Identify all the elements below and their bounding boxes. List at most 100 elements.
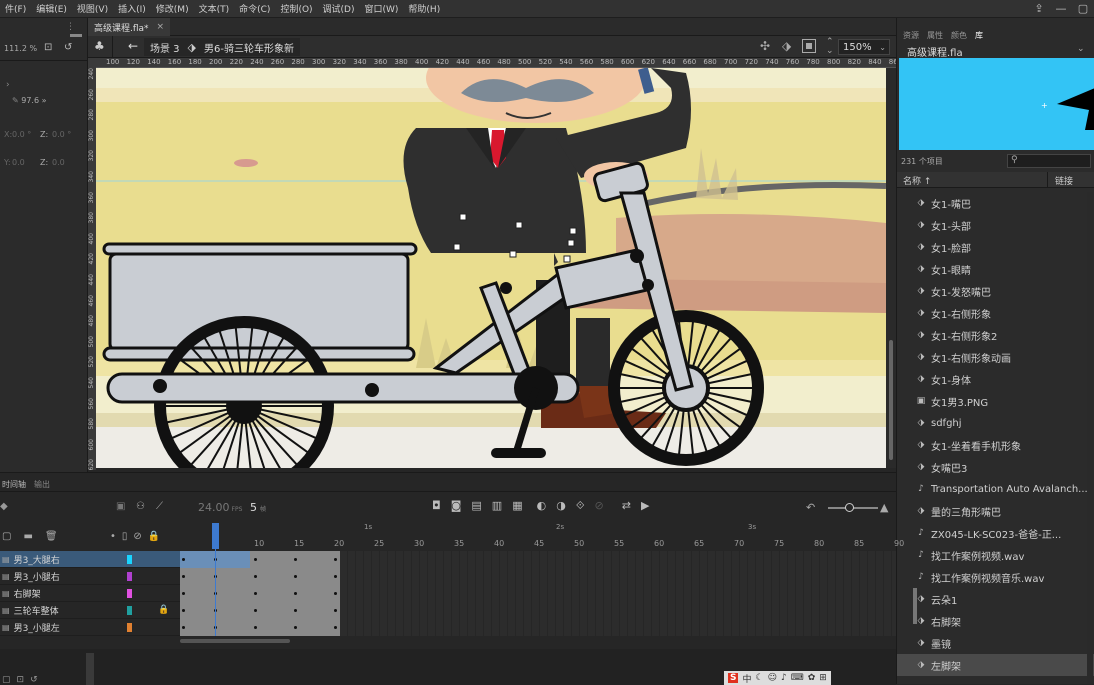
library-file[interactable]: 高级课程.fla [907,44,963,59]
tab-timeline[interactable]: 时间轴 [2,479,26,490]
keyframe-dot[interactable] [182,558,185,561]
scroll-thumb[interactable] [889,340,893,460]
menu-item[interactable]: 编辑(E) [31,2,72,15]
library-search-input[interactable]: ⚲ [1007,154,1091,168]
library-item[interactable]: ⬗ 墨镜 [897,632,1094,654]
zoom-stepper-icon[interactable]: ⌃ ⌄ [826,38,834,56]
library-item[interactable]: ♪ 找工作案例视频音乐.wav [897,566,1094,588]
menu-item[interactable]: 插入(I) [113,2,151,15]
vertical-scrollbar[interactable] [886,68,896,468]
new-folder-icon[interactable]: ▬ [23,531,32,542]
breadcrumb-symbol[interactable]: 男6-骑三轮车形象新 [204,40,294,55]
zoom-value[interactable]: 111.2 % [4,44,37,53]
menu-item[interactable]: 件(F) [0,2,31,15]
x2-field[interactable]: 0.0 [12,158,25,167]
timeline-zoom-thumb[interactable] [845,503,854,512]
edit-multiple-icon[interactable]: ⟐ [576,499,585,513]
panel-icon[interactable]: ◆ [0,501,8,512]
frame-ruler[interactable]: 1s2s3s5101520253035404550556065707580859… [180,523,904,551]
col-link[interactable]: 链接 [1055,174,1073,187]
share-icon[interactable]: ⇪ [1028,0,1050,18]
close-tab-icon[interactable]: × [157,22,165,32]
zoom-select[interactable]: 150% ⌄ [838,39,890,55]
keyframe-dot[interactable] [182,609,185,612]
keyboard-icon[interactable]: ⌨ [791,673,804,683]
library-item[interactable]: ♪ ZX045-LK-SC023-爸爸-正... [897,522,1094,544]
new-layer-icon[interactable]: ▢ [2,531,11,542]
clear-keyframe-icon[interactable]: ▦ [512,499,522,513]
scene-icon[interactable]: ♣ [94,39,105,53]
ime-icon[interactable]: S [728,673,739,683]
library-item[interactable]: ⬗ 女1-发怒嘴巴 [897,280,1094,302]
menu-item[interactable]: 修改(M) [151,2,194,15]
keyframe-dot[interactable] [254,558,257,561]
library-item[interactable]: ⬗ 云朵1 [897,588,1094,610]
lang-icon[interactable]: 中 [742,672,751,685]
keyframe-dot[interactable] [182,575,185,578]
timeline-hscroll[interactable] [180,639,290,643]
keyframe-dot[interactable] [294,626,297,629]
highlight-toggle-icon[interactable]: ▯ [122,531,128,542]
keyframe-dot[interactable] [182,592,185,595]
onion-outline-icon[interactable]: ◑ [556,499,566,513]
menu-item[interactable]: 文本(T) [194,2,235,15]
keyframe-dot[interactable] [294,575,297,578]
library-scrollbar[interactable] [1087,192,1093,684]
keyframe-dot[interactable] [254,609,257,612]
rotate-icon[interactable]: ↺ [64,42,72,53]
insert-blank-keyframe-icon[interactable]: ◙ [451,499,462,513]
tab-properties[interactable]: 属性 [927,30,943,41]
mic-icon[interactable]: ♪ [781,673,787,683]
onion-skin-icon[interactable]: ◐ [537,499,547,513]
z-rotation-field[interactable]: 0.0 ° [52,130,71,139]
layer-color-swatch[interactable] [127,554,132,564]
library-item[interactable]: ⬗ 女1-坐着看手机形象 [897,434,1094,456]
layer-color-swatch[interactable] [127,605,132,615]
layer-parenting-icon[interactable]: ⚇ [136,501,145,512]
menu-item[interactable]: 调试(D) [318,2,360,15]
layer-color-swatch[interactable] [127,571,132,581]
moon-icon[interactable]: ☾ [756,673,764,683]
keyframe-dot[interactable] [294,592,297,595]
play-icon[interactable]: ▶ [641,499,649,513]
playhead-handle[interactable] [212,523,219,549]
frame-display[interactable]: 5帧 [250,501,266,514]
keyframe-dot[interactable] [254,626,257,629]
keyframe-dot[interactable] [294,609,297,612]
x-rotation-field[interactable]: 0.0 ° [12,130,31,139]
library-item[interactable]: ⬗ 女1-头部 [897,214,1094,236]
camera-icon[interactable]: ▣ [116,501,125,512]
library-item[interactable]: ⬗ 女1-右侧形象2 [897,324,1094,346]
menu-item[interactable]: 帮助(H) [403,2,445,15]
clip-content-icon[interactable] [802,39,816,53]
insert-keyframe-icon[interactable]: ◘ [432,499,441,513]
lock-icon[interactable]: 🔒 [158,605,169,615]
panel-menu-icon[interactable] [70,34,82,37]
undo-icon[interactable]: ↶ [806,501,815,514]
keyframe-dot[interactable] [334,626,337,629]
library-item[interactable]: ♪ 找工作案例视频.wav [897,544,1094,566]
keyframe-dot[interactable] [334,592,337,595]
center-stage-icon[interactable]: ✣ [760,39,770,53]
library-scroll-thumb[interactable] [913,588,917,624]
keyframe-dot[interactable] [294,558,297,561]
library-item[interactable]: ▣ 女1男3.PNG [897,390,1094,412]
visibility-toggle-icon[interactable]: ⊘ [133,531,141,542]
minimize-icon[interactable]: — [1050,0,1072,18]
layer-row[interactable]: ▤ 男3_小腿左 [0,619,180,636]
layer-row[interactable]: ▤ 三轮车整体 🔒 [0,602,180,619]
keyframe-dot[interactable] [334,558,337,561]
lock-toggle-icon[interactable]: 🔒 [148,531,160,542]
tab-color[interactable]: 颜色 [951,30,967,41]
library-item[interactable]: ⬗ 女嘴巴3 [897,456,1094,478]
document-tab[interactable]: 高级课程.fla* × [88,18,171,36]
delete-layer-icon[interactable]: 🗑 [45,531,58,542]
library-item[interactable]: ♪ Transportation Auto Avalanch... [897,478,1094,500]
library-item[interactable]: ⬗ 女1-右侧形象 [897,302,1094,324]
layer-color-swatch[interactable] [127,622,132,632]
z2-field[interactable]: 0.0 [52,158,65,167]
skin-icon[interactable]: ✿ [808,673,816,683]
fps-display[interactable]: 24.00 FPS [198,501,242,514]
library-item[interactable]: ⬗ 女1-眼睛 [897,258,1094,280]
emoji-icon[interactable]: ☺ [768,673,777,683]
